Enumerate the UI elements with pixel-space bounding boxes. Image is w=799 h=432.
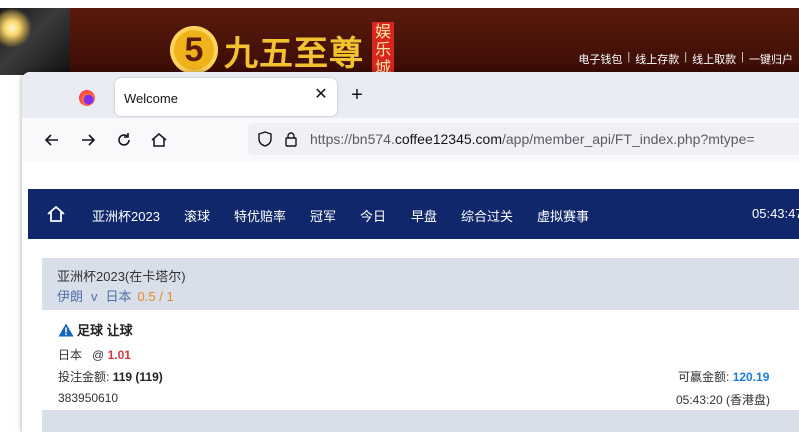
league-name: 亚洲杯2023(在卡塔尔) [57,269,186,284]
nav-item-live[interactable]: 滚球 [184,206,210,225]
clock: 05:43:47 [752,206,799,221]
win-label: 可赢金额: [678,370,730,384]
home-icon[interactable] [149,130,169,150]
back-icon[interactable] [42,130,62,150]
nav-item-asian-cup[interactable]: 亚洲杯2023 [92,206,160,225]
link-withdraw[interactable]: 线上取款 [692,51,736,67]
at-symbol: @ [92,348,105,362]
link-wallet[interactable]: 电子钱包 [578,51,622,67]
url-text[interactable]: https://bn574.coffee12345.com/app/member… [310,131,755,147]
away-team: 日本 [105,289,132,304]
reload-icon[interactable] [114,130,134,150]
stake-line: 投注金额: 119 (119) [58,368,163,385]
link-separator: | [741,51,744,63]
url-path: /app/member_api/FT_index.php?mtype= [502,131,755,147]
versus-label: v [91,289,98,304]
nav-item-today[interactable]: 今日 [360,206,386,225]
shield-icon[interactable] [258,131,272,147]
link-deposit[interactable]: 线上存款 [635,51,679,67]
bet-card-header: 亚洲杯2023(在卡塔尔) 伊朗 v 日本 0.5 / 1 [42,258,799,310]
next-bet-card-header [42,410,799,432]
selection-team: 日本 [58,348,83,362]
logo-text: 九五至尊 [224,33,364,74]
nav-item-special-odds[interactable]: 特优赔率 [234,206,286,225]
tab-title: Welcome [124,91,178,106]
account-links: 电子钱包 | 线上存款 | 线上取款 | 一键归户 [578,51,793,67]
odds-value: 1.01 [107,348,131,362]
link-separator: | [627,51,631,63]
link-separator: | [684,51,688,63]
logo-seal: 娱乐城 [372,22,394,78]
site-logo[interactable]: 5 九五至尊 娱乐城 [170,22,394,78]
firefox-icon[interactable] [79,90,95,106]
forward-icon[interactable] [78,130,98,150]
nav-item-parlay[interactable]: 综合过关 [461,206,513,225]
stake-value: 119 (119) [112,370,163,384]
win-value: 120.19 [732,370,770,384]
new-tab-button[interactable]: + [348,85,366,105]
site-home-icon[interactable] [46,204,66,224]
navigation-toolbar: https://bn574.coffee12345.com/app/member… [22,118,799,162]
logo-mark: 5 [170,26,218,74]
address-bar[interactable]: https://bn574.coffee12345.com/app/member… [248,123,799,155]
close-icon[interactable]: ✕ [313,87,329,103]
lock-icon[interactable] [284,131,298,147]
bet-type: 足球 让球 [58,320,133,339]
site-nav: 亚洲杯2023 滚球 特优赔率 冠军 今日 早盘 综合过关 虚拟赛事 05:43… [28,189,799,239]
top-strip [0,0,799,8]
page-content: 亚洲杯2023 滚球 特优赔率 冠军 今日 早盘 综合过关 虚拟赛事 05:43… [22,162,799,432]
handicap-value: 0.5 / 1 [137,289,174,304]
url-prefix: https://bn574. [310,131,395,147]
nav-item-early[interactable]: 早盘 [411,206,437,225]
tab-welcome[interactable]: Welcome ✕ [115,78,337,116]
selection-line: 日本 @ 1.01 [58,346,131,363]
link-merge-account[interactable]: 一键归户 [749,51,793,67]
stake-label: 投注金额: [58,370,110,384]
browser-window: Welcome ✕ + https://bn574.coffee12345.co… [22,72,799,432]
warning-icon [58,323,74,336]
url-domain: coffee12345.com [394,131,502,147]
nav-item-virtual[interactable]: 虚拟赛事 [537,206,589,225]
background-site-header: 5 九五至尊 娱乐城 电子钱包 | 线上存款 | 线上取款 | 一键归户 [0,0,799,78]
match-line: 伊朗 v 日本 0.5 / 1 [57,286,174,305]
nav-item-outright[interactable]: 冠军 [310,206,336,225]
win-line: 可赢金额: 120.19 [678,368,769,385]
bet-time: 05:43:20 (香港盘) [676,393,771,407]
ticket-id: 383950610 [58,391,119,405]
tab-bar: Welcome ✕ + [22,72,799,118]
home-team: 伊朗 [57,289,84,304]
bet-type-label: 足球 让球 [77,323,133,338]
